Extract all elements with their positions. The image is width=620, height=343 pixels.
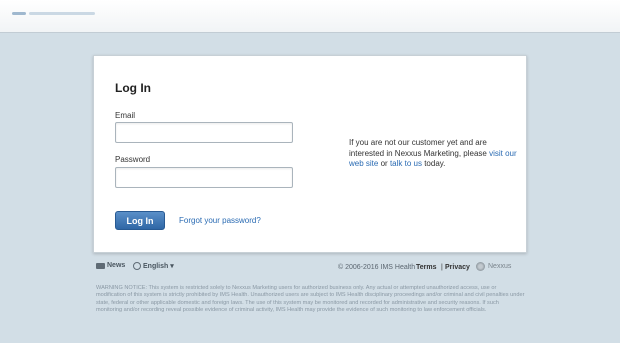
login-button[interactable]: Log In [115, 211, 165, 230]
email-label: Email [115, 111, 136, 120]
top-bar [0, 0, 620, 33]
login-title: Log In [115, 81, 151, 95]
forgot-password-link[interactable]: Forgot your password? [179, 216, 261, 225]
nexus-logo-icon [476, 262, 485, 271]
password-field[interactable] [115, 167, 293, 188]
signup-info: If you are not our customer yet and are … [349, 138, 519, 170]
copyright: © 2006-2016 IMS Health [338, 264, 416, 271]
talk-to-us-link[interactable]: talk to us [390, 159, 422, 168]
warning-notice: WARNING NOTICE: This system is restricte… [96, 285, 525, 314]
globe-icon [133, 262, 141, 270]
email-field[interactable] [115, 122, 293, 143]
nexus-brand: Nexxus [476, 262, 511, 271]
footer: News English ▾ © 2006-2016 IMS Health Te… [96, 262, 522, 274]
news-icon [96, 262, 105, 269]
privacy-link[interactable]: Privacy [445, 264, 470, 271]
language-label: English [143, 262, 169, 270]
news-label: News [107, 262, 126, 269]
logo-wordmark [29, 12, 95, 15]
signup-text: If you are not our customer yet and are … [349, 138, 487, 158]
footer-separator: | [441, 264, 443, 271]
password-label: Password [115, 155, 151, 164]
login-card: Log In Email Password Log In Forgot your… [93, 55, 527, 253]
signup-or: or [380, 159, 388, 168]
chevron-down-icon: ▾ [170, 263, 174, 270]
language-select[interactable]: English ▾ [133, 262, 174, 270]
logo-mark-icon [12, 12, 26, 15]
nexus-label: Nexxus [488, 263, 512, 270]
signup-today: today. [424, 159, 446, 168]
terms-link[interactable]: Terms [416, 264, 437, 271]
news-link[interactable]: News [96, 262, 125, 269]
logo[interactable] [12, 10, 98, 17]
